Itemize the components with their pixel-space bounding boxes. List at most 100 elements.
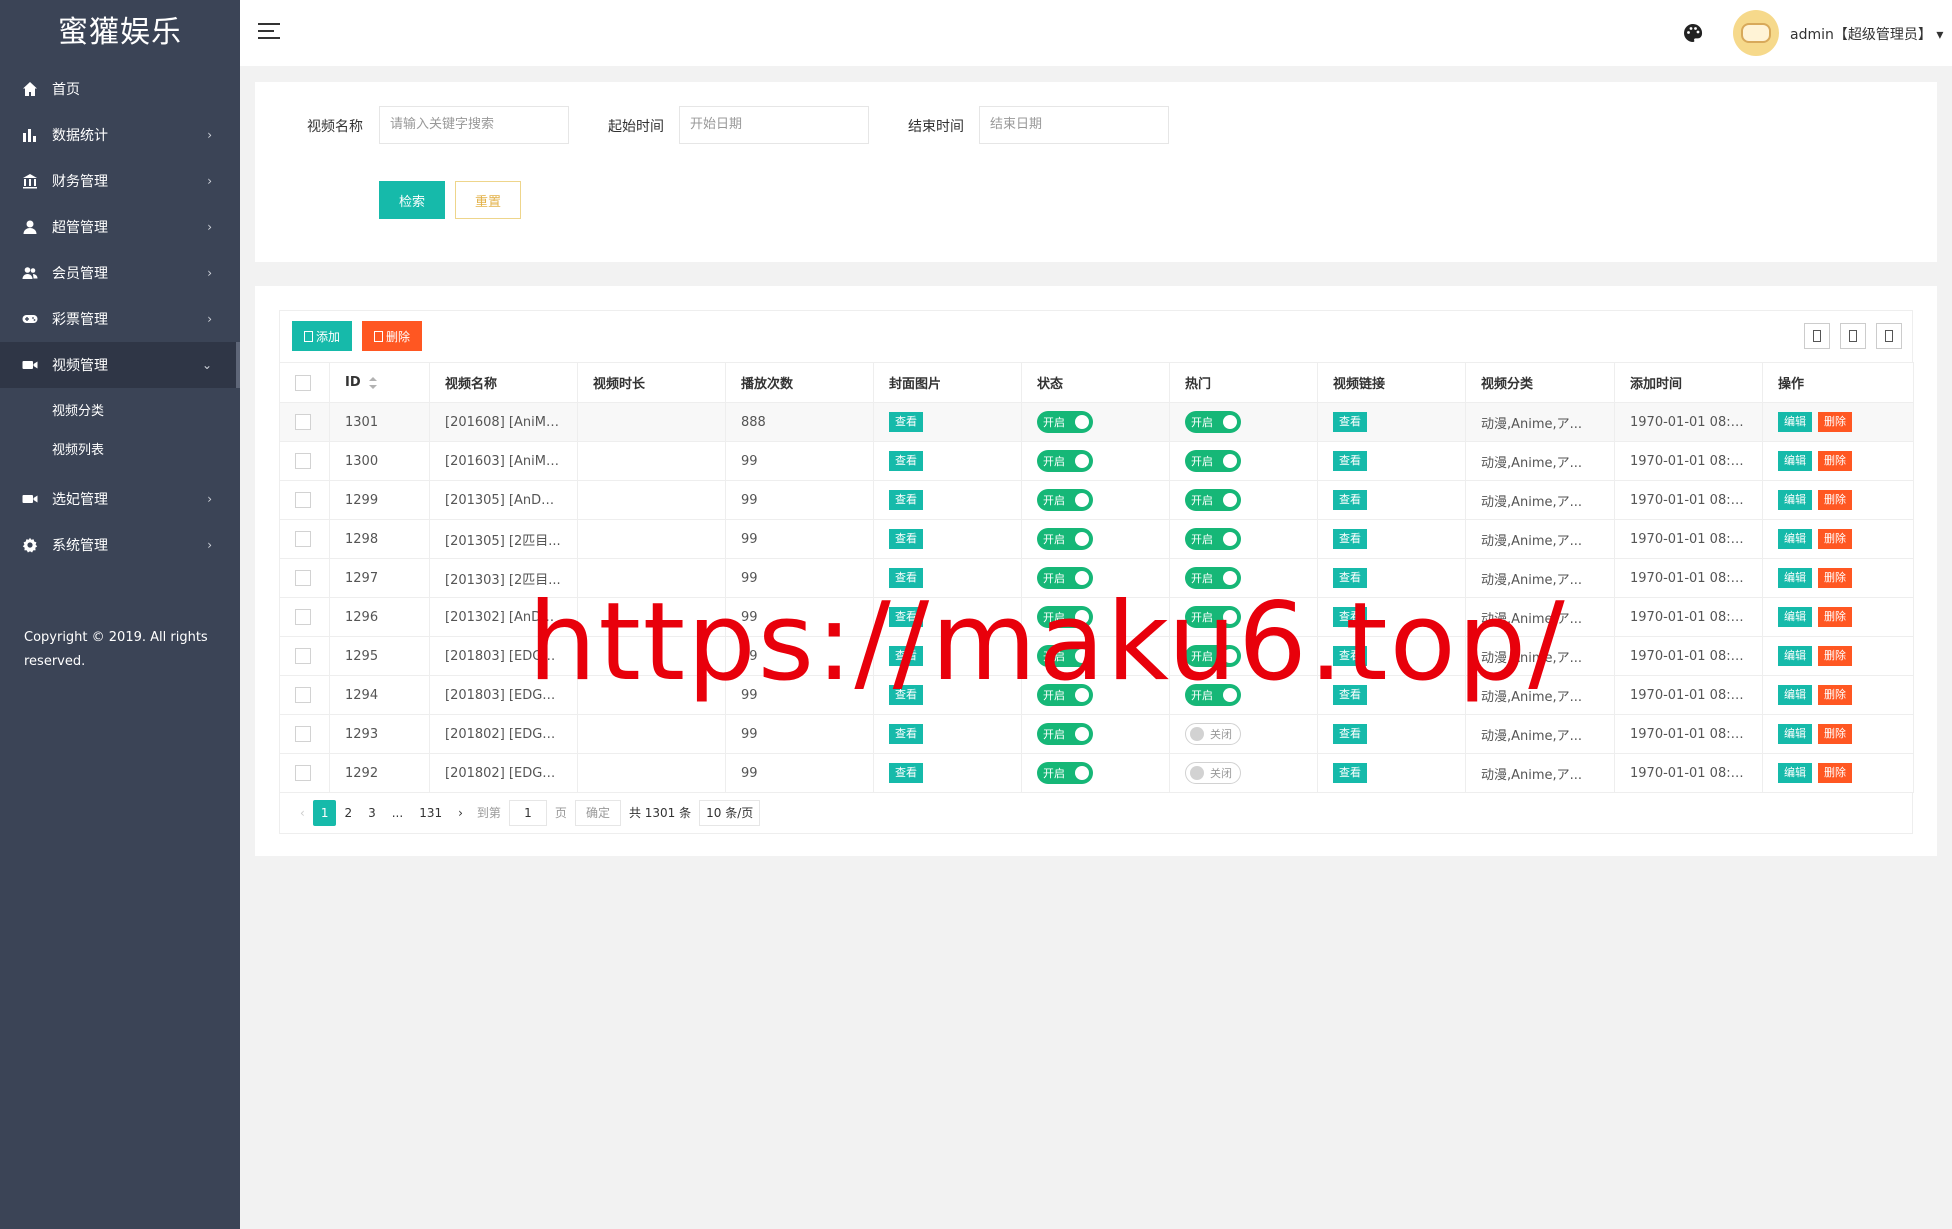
view-link-button[interactable]: 查看	[1333, 412, 1367, 432]
edit-button[interactable]: 编辑	[1778, 646, 1812, 666]
page-last[interactable]: 131	[411, 800, 450, 826]
page-1[interactable]: 1	[312, 799, 337, 826]
sidebar-item-6[interactable]: 视频管理 ⌄	[0, 342, 240, 388]
cell-cover: 查看	[873, 480, 1022, 520]
cell-id: 1299	[329, 480, 430, 520]
view-cover-button[interactable]: 查看	[889, 724, 923, 744]
column-header[interactable]: ID	[329, 362, 430, 403]
sidebar-item-0[interactable]: 首页	[0, 66, 240, 112]
sidebar-item-8[interactable]: 系统管理 ›	[0, 522, 240, 568]
export-icon[interactable]	[1840, 323, 1866, 349]
edit-button[interactable]: 编辑	[1778, 451, 1812, 471]
palette-icon[interactable]	[1683, 23, 1703, 43]
sidebar-item-2[interactable]: 财务管理 ›	[0, 158, 240, 204]
user-name: admin【超级管理员】	[1790, 27, 1932, 43]
print-icon[interactable]	[1876, 323, 1902, 349]
app-logo[interactable]: 蜜獾娱乐	[0, 0, 240, 66]
edit-button[interactable]: 编辑	[1778, 763, 1812, 783]
row-checkbox[interactable]	[295, 687, 311, 703]
cell-added: 1970-01-01 08:00	[1614, 441, 1763, 481]
hot-toggle[interactable]: 关闭	[1185, 723, 1241, 745]
edit-button[interactable]: 编辑	[1778, 412, 1812, 432]
prev-page-icon[interactable]: ‹	[292, 800, 313, 826]
avatar[interactable]	[1733, 10, 1779, 56]
cell-link: 查看	[1317, 441, 1466, 481]
edit-button[interactable]: 编辑	[1778, 607, 1812, 627]
columns-filter-icon[interactable]	[1804, 323, 1830, 349]
select-all-checkbox[interactable]	[295, 374, 311, 391]
goto-page-input[interactable]: 1	[508, 799, 547, 826]
end-date-input[interactable]: 结束日期	[979, 106, 1169, 144]
status-toggle[interactable]: 开启	[1037, 411, 1093, 433]
next-page-icon[interactable]: ›	[450, 800, 471, 826]
sidebar-item-4[interactable]: 会员管理 ›	[0, 250, 240, 296]
page-3[interactable]: 3	[360, 800, 384, 826]
view-link-button[interactable]: 查看	[1333, 529, 1367, 549]
row-checkbox[interactable]	[295, 414, 311, 430]
view-cover-button[interactable]: 查看	[889, 529, 923, 549]
goto-confirm-button[interactable]: 确定	[574, 799, 621, 826]
view-link-button[interactable]: 查看	[1333, 763, 1367, 783]
sidebar-item-5[interactable]: 彩票管理 ›	[0, 296, 240, 342]
sort-icon[interactable]	[368, 376, 377, 389]
delete-button[interactable]: 删除	[1818, 646, 1852, 666]
delete-button[interactable]: 删除	[1818, 607, 1852, 627]
add-button[interactable]: 添加	[292, 321, 352, 351]
menu-toggle-icon[interactable]	[258, 23, 280, 41]
hot-toggle[interactable]: 关闭	[1185, 762, 1241, 784]
hot-toggle[interactable]: 开启	[1185, 450, 1241, 472]
row-checkbox[interactable]	[295, 765, 311, 781]
user-menu[interactable]: admin【超级管理员】 ▾	[1790, 24, 1943, 44]
edit-button[interactable]: 编辑	[1778, 490, 1812, 510]
status-toggle[interactable]: 开启	[1037, 489, 1093, 511]
page-2[interactable]: 2	[336, 800, 360, 826]
row-checkbox[interactable]	[295, 570, 311, 586]
page-size-select[interactable]: 10 条/页	[699, 799, 761, 826]
delete-button[interactable]: 删除	[1818, 724, 1852, 744]
row-checkbox[interactable]	[295, 492, 311, 508]
sidebar-subitem-1[interactable]: 视频列表	[0, 431, 240, 470]
sidebar-item-7[interactable]: 选妃管理 ›	[0, 476, 240, 522]
delete-button[interactable]: 删除	[1818, 451, 1852, 471]
view-cover-button[interactable]: 查看	[889, 412, 923, 432]
status-toggle[interactable]: 开启	[1037, 450, 1093, 472]
status-toggle[interactable]: 开启	[1037, 723, 1093, 745]
sidebar-subitem-0[interactable]: 视频分类	[0, 392, 240, 431]
status-toggle-label: 开启	[1043, 728, 1065, 741]
status-toggle[interactable]: 开启	[1037, 762, 1093, 784]
delete-button[interactable]: 删除	[1818, 412, 1852, 432]
hot-toggle[interactable]: 开启	[1185, 489, 1241, 511]
view-link-button[interactable]: 查看	[1333, 490, 1367, 510]
view-cover-button[interactable]: 查看	[889, 451, 923, 471]
edit-button[interactable]: 编辑	[1778, 685, 1812, 705]
sidebar-item-3[interactable]: 超管管理 ›	[0, 204, 240, 250]
table-header-row: ID 视频名称 视频时长 播放次数 封面图片 状态 热门 视频链接 视频分类 添加时间 操作	[279, 362, 1914, 403]
status-toggle[interactable]: 开启	[1037, 528, 1093, 550]
delete-button[interactable]: 删除	[1818, 490, 1852, 510]
view-cover-button[interactable]: 查看	[889, 763, 923, 783]
view-link-button[interactable]: 查看	[1333, 451, 1367, 471]
delete-button[interactable]: 删除	[1818, 685, 1852, 705]
hot-toggle[interactable]: 开启	[1185, 528, 1241, 550]
edit-button[interactable]: 编辑	[1778, 529, 1812, 549]
batch-delete-button[interactable]: 删除	[362, 321, 422, 351]
row-checkbox[interactable]	[295, 648, 311, 664]
edit-button[interactable]: 编辑	[1778, 724, 1812, 744]
delete-button[interactable]: 删除	[1818, 763, 1852, 783]
row-checkbox[interactable]	[295, 609, 311, 625]
delete-button[interactable]: 删除	[1818, 529, 1852, 549]
sidebar-item-1[interactable]: 数据统计 ›	[0, 112, 240, 158]
reset-button[interactable]: 重置	[455, 181, 521, 219]
row-checkbox[interactable]	[295, 531, 311, 547]
delete-button[interactable]: 删除	[1818, 568, 1852, 588]
row-checkbox[interactable]	[295, 726, 311, 742]
search-button[interactable]: 检索	[379, 181, 445, 219]
row-checkbox[interactable]	[295, 453, 311, 469]
view-cover-button[interactable]: 查看	[889, 490, 923, 510]
hot-toggle-label: 开启	[1191, 494, 1213, 507]
video-name-input[interactable]: 请输入关键字搜索	[379, 106, 569, 144]
view-link-button[interactable]: 查看	[1333, 724, 1367, 744]
edit-button[interactable]: 编辑	[1778, 568, 1812, 588]
start-date-input[interactable]: 开始日期	[679, 106, 869, 144]
hot-toggle[interactable]: 开启	[1185, 411, 1241, 433]
